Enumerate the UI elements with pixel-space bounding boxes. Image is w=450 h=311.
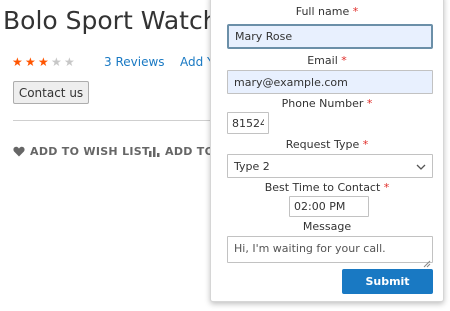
chevron-down-icon	[416, 160, 426, 173]
request-type-select[interactable]: Type 2	[227, 154, 433, 178]
message-label: Message	[302, 220, 352, 233]
request-type-value: Type 2	[234, 159, 270, 173]
product-title: Bolo Sport Watch	[3, 6, 219, 35]
add-to-compare-link[interactable]: ADD TO	[149, 145, 214, 158]
phone-label: Phone Number *	[281, 97, 373, 110]
best-time-input[interactable]	[289, 196, 369, 217]
best-time-label: Best Time to Contact *	[264, 181, 390, 194]
full-name-label: Full name *	[295, 5, 359, 18]
phone-input[interactable]	[227, 112, 269, 134]
compare-label: ADD TO	[165, 145, 215, 158]
star-icon: ★	[64, 55, 75, 69]
wishlist-label: ADD TO WISH LIST	[30, 145, 150, 158]
add-to-wishlist-link[interactable]: ADD TO WISH LIST	[13, 145, 150, 158]
star-icon: ★	[38, 55, 49, 69]
email-input[interactable]	[227, 70, 433, 94]
star-icon: ★	[25, 55, 36, 69]
reviews-link[interactable]: 3 Reviews	[104, 55, 165, 69]
divider	[13, 120, 223, 121]
rating-stars: ★ ★ ★ ★ ★	[12, 55, 77, 69]
star-icon: ★	[12, 55, 23, 69]
heart-icon	[13, 146, 25, 157]
full-name-input[interactable]	[227, 24, 433, 49]
message-textarea[interactable]: Hi, I'm waiting for your call.	[227, 236, 433, 263]
submit-button[interactable]: Submit	[342, 269, 433, 294]
email-label: Email *	[307, 54, 347, 67]
bar-chart-icon	[149, 146, 160, 157]
contact-form-popup: Full name * Email * Phone Number * Reque…	[210, 0, 444, 302]
contact-us-button[interactable]: Contact us	[13, 81, 89, 104]
star-icon: ★	[51, 55, 62, 69]
request-type-label: Request Type *	[285, 138, 369, 151]
